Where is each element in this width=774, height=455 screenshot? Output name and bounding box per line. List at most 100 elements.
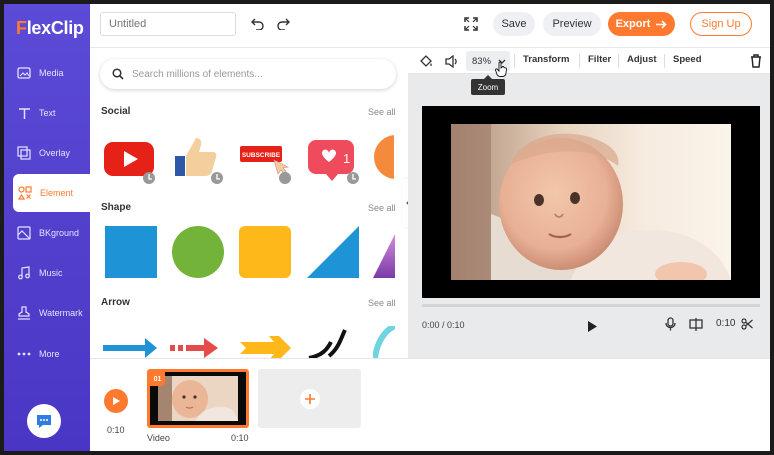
preview-button[interactable]: Preview [543, 12, 601, 36]
toolbar-separator [664, 54, 665, 68]
like-count: 1 [343, 151, 350, 166]
app-window: FlexClip Media Text Overlay Element BKgr… [0, 0, 774, 455]
background-icon [16, 225, 32, 241]
clip-duration-display: 0:10 [716, 318, 736, 329]
partial-shape-element[interactable] [373, 226, 395, 280]
search-placeholder: Search millions of elements... [132, 68, 263, 80]
current-time-display: 0:00 / 0:10 [422, 320, 465, 330]
section-title-shape: Shape [101, 202, 132, 213]
volume-icon[interactable] [444, 53, 460, 69]
trash-icon[interactable] [748, 53, 764, 69]
watermark-icon [16, 305, 32, 321]
sidebar-item-music[interactable]: Music [4, 254, 90, 292]
zoom-tooltip: Zoom [471, 75, 505, 95]
microphone-icon[interactable] [662, 316, 678, 332]
plus-icon [299, 388, 320, 409]
subscribe-button-element[interactable]: SUBSCRIBE [238, 132, 292, 186]
chat-help-icon [35, 413, 53, 430]
arrow-right-icon [656, 19, 667, 29]
sidebar-item-label: Text [39, 108, 56, 118]
see-all-arrow-link[interactable]: See all [368, 298, 396, 308]
like-notification-element[interactable]: 1 [306, 132, 360, 186]
clip-duration: 0:10 [231, 433, 249, 443]
export-label: Export [615, 18, 651, 30]
editor-toolbar: 83% Transform Filter Adjust Speed [408, 48, 770, 77]
sidebar-item-label: Watermark [39, 308, 83, 318]
sidebar-item-label: Music [39, 268, 63, 278]
baby-video-frame[interactable] [451, 124, 731, 280]
youtube-logo-element[interactable] [102, 132, 156, 186]
sidebar-item-element[interactable]: Element [13, 174, 90, 212]
yellow-arrow-element[interactable] [238, 326, 292, 358]
clip-number-badge: 01 [150, 372, 165, 386]
sidebar-item-media[interactable]: Media [4, 54, 90, 92]
sidebar-item-label: Element [40, 188, 74, 198]
thumbs-up-element[interactable] [170, 132, 224, 186]
element-search-box[interactable]: Search millions of elements... [100, 59, 396, 89]
sidebar-item-watermark[interactable]: Watermark [4, 294, 90, 332]
video-editor-area: 83% Transform Filter Adjust Speed Zoom 0… [408, 48, 770, 358]
triangle-shape-element[interactable] [307, 226, 361, 280]
play-icon[interactable] [584, 318, 600, 334]
rounded-square-shape-element[interactable] [239, 226, 293, 280]
timeline-play-button[interactable] [104, 389, 128, 413]
paint-bucket-icon[interactable] [418, 53, 434, 69]
adjust-button[interactable]: Adjust [627, 54, 657, 65]
timeline: 0:10 01 Video 0:10 [90, 358, 770, 451]
sidebar-item-bkground[interactable]: BKground [4, 214, 90, 252]
fullscreen-icon[interactable] [462, 15, 480, 33]
video-preview-stage [422, 106, 760, 298]
play-icon [112, 396, 121, 406]
redo-icon[interactable] [274, 15, 292, 33]
zoom-value: 83% [472, 55, 492, 67]
export-button[interactable]: Export [608, 12, 675, 36]
square-shape-element[interactable] [105, 226, 159, 280]
toolbar-separator [579, 54, 580, 68]
sidebar-item-overlay[interactable]: Overlay [4, 134, 90, 172]
timeline-total-time: 0:10 [107, 425, 125, 435]
transform-button[interactable]: Transform [523, 54, 569, 65]
project-title-input[interactable] [100, 12, 236, 36]
partial-arrow-element[interactable] [373, 326, 395, 358]
search-icon [112, 68, 124, 80]
video-progress-bar[interactable] [422, 304, 760, 307]
media-icon [16, 65, 32, 81]
see-all-shape-link[interactable]: See all [368, 203, 396, 213]
element-panel: Search millions of elements... Social Se… [90, 48, 408, 358]
top-bar: Save Preview Export Sign Up [90, 4, 770, 48]
sidebar-item-label: Overlay [39, 148, 71, 158]
save-button[interactable]: Save [493, 12, 535, 36]
sidebar-item-more[interactable]: More [4, 335, 90, 373]
sidebar-item-label: BKground [39, 228, 80, 238]
section-title-arrow: Arrow [101, 297, 130, 308]
more-icon [16, 346, 32, 362]
sidebar-item-text[interactable]: Text [4, 94, 90, 132]
sign-up-button[interactable]: Sign Up [690, 12, 752, 36]
hand-cursor-icon [494, 60, 508, 78]
sidebar: FlexClip Media Text Overlay Element BKgr… [4, 4, 90, 451]
add-clip-button[interactable] [258, 369, 361, 428]
help-chat-button[interactable] [27, 404, 61, 438]
split-screen-icon[interactable] [688, 316, 704, 332]
section-title-social: Social [101, 106, 131, 117]
speed-button[interactable]: Speed [673, 54, 702, 65]
overlay-icon [16, 145, 32, 161]
undo-icon[interactable] [249, 15, 267, 33]
black-curved-arrow-element[interactable] [305, 326, 359, 358]
sidebar-item-label: Media [39, 68, 64, 78]
circle-shape-element[interactable] [172, 226, 226, 280]
scissors-icon[interactable] [740, 316, 754, 332]
dashed-red-arrow-element[interactable] [170, 326, 224, 358]
partial-social-element[interactable] [372, 132, 394, 186]
element-icon [17, 185, 33, 201]
music-icon [16, 265, 32, 281]
flexclip-logo[interactable]: FlexClip [16, 18, 84, 39]
video-clip-thumbnail[interactable]: 01 [147, 369, 249, 428]
clip-label: Video [147, 433, 170, 443]
filter-button[interactable]: Filter [588, 54, 611, 65]
text-icon [16, 105, 32, 121]
toolbar-separator [514, 54, 515, 68]
blue-arrow-element[interactable] [103, 326, 157, 358]
sidebar-item-label: More [39, 349, 60, 359]
see-all-social-link[interactable]: See all [368, 107, 396, 117]
